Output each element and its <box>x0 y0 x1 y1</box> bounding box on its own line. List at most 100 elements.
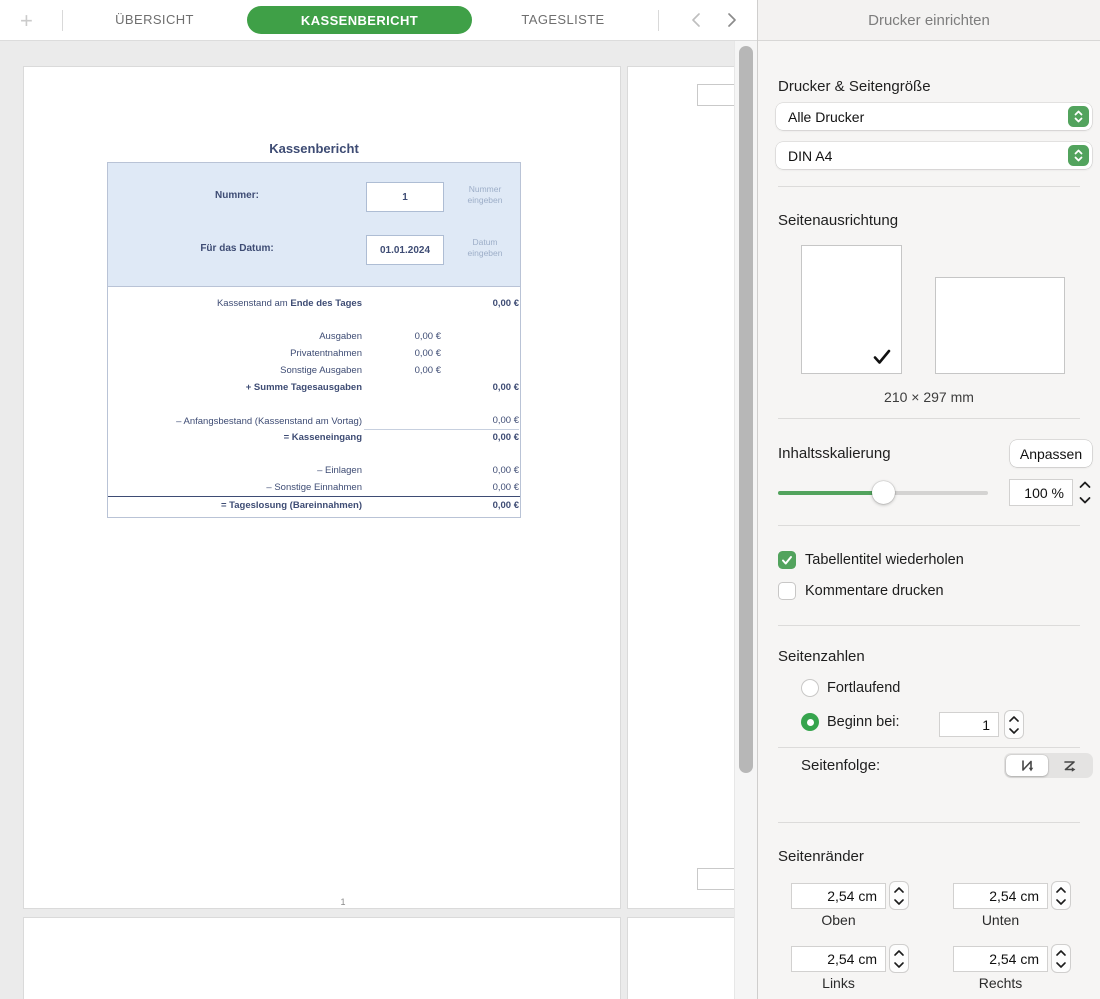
row-label: – Sonstige Einnahmen <box>108 482 364 493</box>
fit-button[interactable]: Anpassen <box>1010 440 1092 467</box>
start-page-stepper[interactable] <box>1004 710 1024 739</box>
scaling-slider[interactable] <box>778 491 988 495</box>
paper-dimensions-label: 210 × 297 mm <box>758 389 1100 405</box>
scaling-stepper[interactable] <box>1077 478 1093 507</box>
section-divider <box>778 747 1080 748</box>
table-spacer-row <box>108 396 520 412</box>
tab-uebersicht[interactable]: ÜBERSICHT <box>97 12 212 27</box>
repeat-table-titles-option[interactable]: Tabellentitel wiederholen <box>778 551 964 569</box>
table-row: = Kasseneingang0,00 € <box>108 429 520 446</box>
row-label: + Summe Tagesausgaben <box>108 382 364 393</box>
margin-top-field[interactable]: 2,54 cm <box>791 883 886 909</box>
row-label: Ausgaben <box>108 331 364 342</box>
orientation-portrait-option[interactable] <box>801 245 902 374</box>
start-page-field[interactable]: 1 <box>939 712 999 737</box>
radio-button[interactable] <box>801 713 819 731</box>
tab-tagesliste[interactable]: TAGESLISTE <box>508 12 618 27</box>
checkmark-icon <box>781 555 793 566</box>
scaling-percent-field[interactable]: 100 % <box>1009 479 1073 506</box>
margin-bottom-label: Unten <box>953 912 1048 928</box>
checkbox[interactable] <box>778 551 796 569</box>
vertical-scrollbar-thumb[interactable] <box>739 46 753 773</box>
page-order-label: Seitenfolge: <box>801 757 880 774</box>
margin-top-stepper[interactable] <box>889 881 909 910</box>
margin-right-label: Rechts <box>953 975 1048 991</box>
continuous-numbering-option[interactable]: Fortlaufend <box>801 679 900 697</box>
vertical-scrollbar-track[interactable] <box>734 41 757 999</box>
margin-left-stepper[interactable] <box>889 944 909 973</box>
add-sheet-button[interactable]: + <box>20 8 33 34</box>
margin-bottom-stepper[interactable] <box>1051 881 1071 910</box>
document-title: Kassenbericht <box>107 141 521 156</box>
page-number-label: 1 <box>293 897 393 907</box>
radio-button[interactable] <box>801 679 819 697</box>
table-spacer-row <box>108 446 520 462</box>
printer-dropdown[interactable]: Alle Drucker <box>776 103 1092 130</box>
margin-right-field[interactable]: 2,54 cm <box>953 946 1048 972</box>
page-order-vertical-icon <box>1019 758 1035 774</box>
row-mid-value: 0,00 € <box>364 348 441 359</box>
page-order-segmented-control <box>1004 753 1093 778</box>
row-label: Sonstige Ausgaben <box>108 365 364 376</box>
row-right-value: 0,00 € <box>441 500 519 511</box>
print-comments-option[interactable]: Kommentare drucken <box>778 582 944 600</box>
row-right-value: 0,00 € <box>441 382 519 393</box>
page-order-horizontal-button[interactable] <box>1049 755 1091 776</box>
chevron-right-icon[interactable] <box>722 11 740 29</box>
row-right-value: 0,00 € <box>441 432 519 443</box>
table-header-block: Nummer: 1 Nummereingeben Für das Datum: … <box>108 163 520 287</box>
orientation-section-label: Seitenausrichtung <box>778 212 898 229</box>
field-label: Für das Datum: <box>108 243 366 254</box>
print-preview-canvas: Kassenbericht Nummer: 1 Nummereingeben F… <box>0 41 757 999</box>
row-label: – Einlagen <box>108 465 364 476</box>
table-row: Sonstige Ausgaben0,00 € <box>108 362 520 379</box>
chevron-left-icon[interactable] <box>688 11 706 29</box>
content-scaling-label: Inhaltsskalierung <box>778 445 891 462</box>
section-divider <box>778 186 1080 187</box>
tab-divider <box>62 10 63 31</box>
section-divider <box>778 418 1080 419</box>
dropdown-arrows-icon <box>1068 106 1089 127</box>
row-right-value: 0,00 € <box>441 412 519 430</box>
row-label: Privatentnahmen <box>108 348 364 359</box>
margin-left-field[interactable]: 2,54 cm <box>791 946 886 972</box>
print-setup-panel: Drucker einrichten Drucker & Seitengröße… <box>757 0 1100 999</box>
section-divider <box>778 625 1080 626</box>
panel-title: Drucker einrichten <box>758 0 1100 41</box>
margin-bottom-field[interactable]: 2,54 cm <box>953 883 1048 909</box>
table-row: Ausgaben0,00 € <box>108 328 520 345</box>
row-label: – Anfangsbestand (Kassenstand am Vortag) <box>108 416 364 427</box>
tab-kassenbericht[interactable]: KASSENBERICHT <box>247 6 472 34</box>
row-right-value: 0,00 € <box>441 482 519 493</box>
table-row: + Summe Tagesausgaben 0,00 € <box>108 379 520 396</box>
printer-size-section-label: Drucker & Seitengröße <box>778 78 931 95</box>
section-divider <box>778 525 1080 526</box>
section-divider <box>778 822 1080 823</box>
row-right-value: 0,00 € <box>441 465 519 476</box>
margin-right-stepper[interactable] <box>1051 944 1071 973</box>
paper-size-dropdown[interactable]: DIN A4 <box>776 142 1092 169</box>
dropdown-arrows-icon <box>1068 145 1089 166</box>
table-row: Privatentnahmen0,00 € <box>108 345 520 362</box>
margin-top-label: Oben <box>791 912 886 928</box>
page-numbers-section-label: Seitenzahlen <box>778 648 865 665</box>
radio-label: Beginn bei: <box>827 714 900 730</box>
row-mid-value: 0,00 € <box>364 365 441 376</box>
header-field-row: Für das Datum: 01.01.2024 Datumeingeben <box>108 228 520 272</box>
row-mid-value <box>364 412 441 430</box>
orientation-landscape-option[interactable] <box>935 277 1065 374</box>
sheet-tab-bar: + ÜBERSICHT KASSENBERICHT TAGESLISTE <box>0 0 757 41</box>
checkbox[interactable] <box>778 582 796 600</box>
page-order-vertical-button[interactable] <box>1006 755 1048 776</box>
start-at-option[interactable]: Beginn bei: <box>801 713 900 731</box>
row-right-value: 0,00 € <box>441 298 519 309</box>
header-field-row: Nummer: 1 Nummereingeben <box>108 175 520 219</box>
preview-page-3 <box>24 918 620 999</box>
datum-input: 01.01.2024 <box>366 235 444 265</box>
table-row: = Tageslosung (Bareinnahmen)0,00 € <box>108 496 520 513</box>
numbers-print-setup-window: + ÜBERSICHT KASSENBERICHT TAGESLISTE Kas… <box>0 0 1100 999</box>
field-hint: Nummereingeben <box>450 184 520 206</box>
table-body: Kassenstand am Ende des Tages0,00 €Ausga… <box>108 287 520 517</box>
field-hint: Datumeingeben <box>450 237 520 259</box>
scaling-slider-thumb[interactable] <box>872 481 895 504</box>
